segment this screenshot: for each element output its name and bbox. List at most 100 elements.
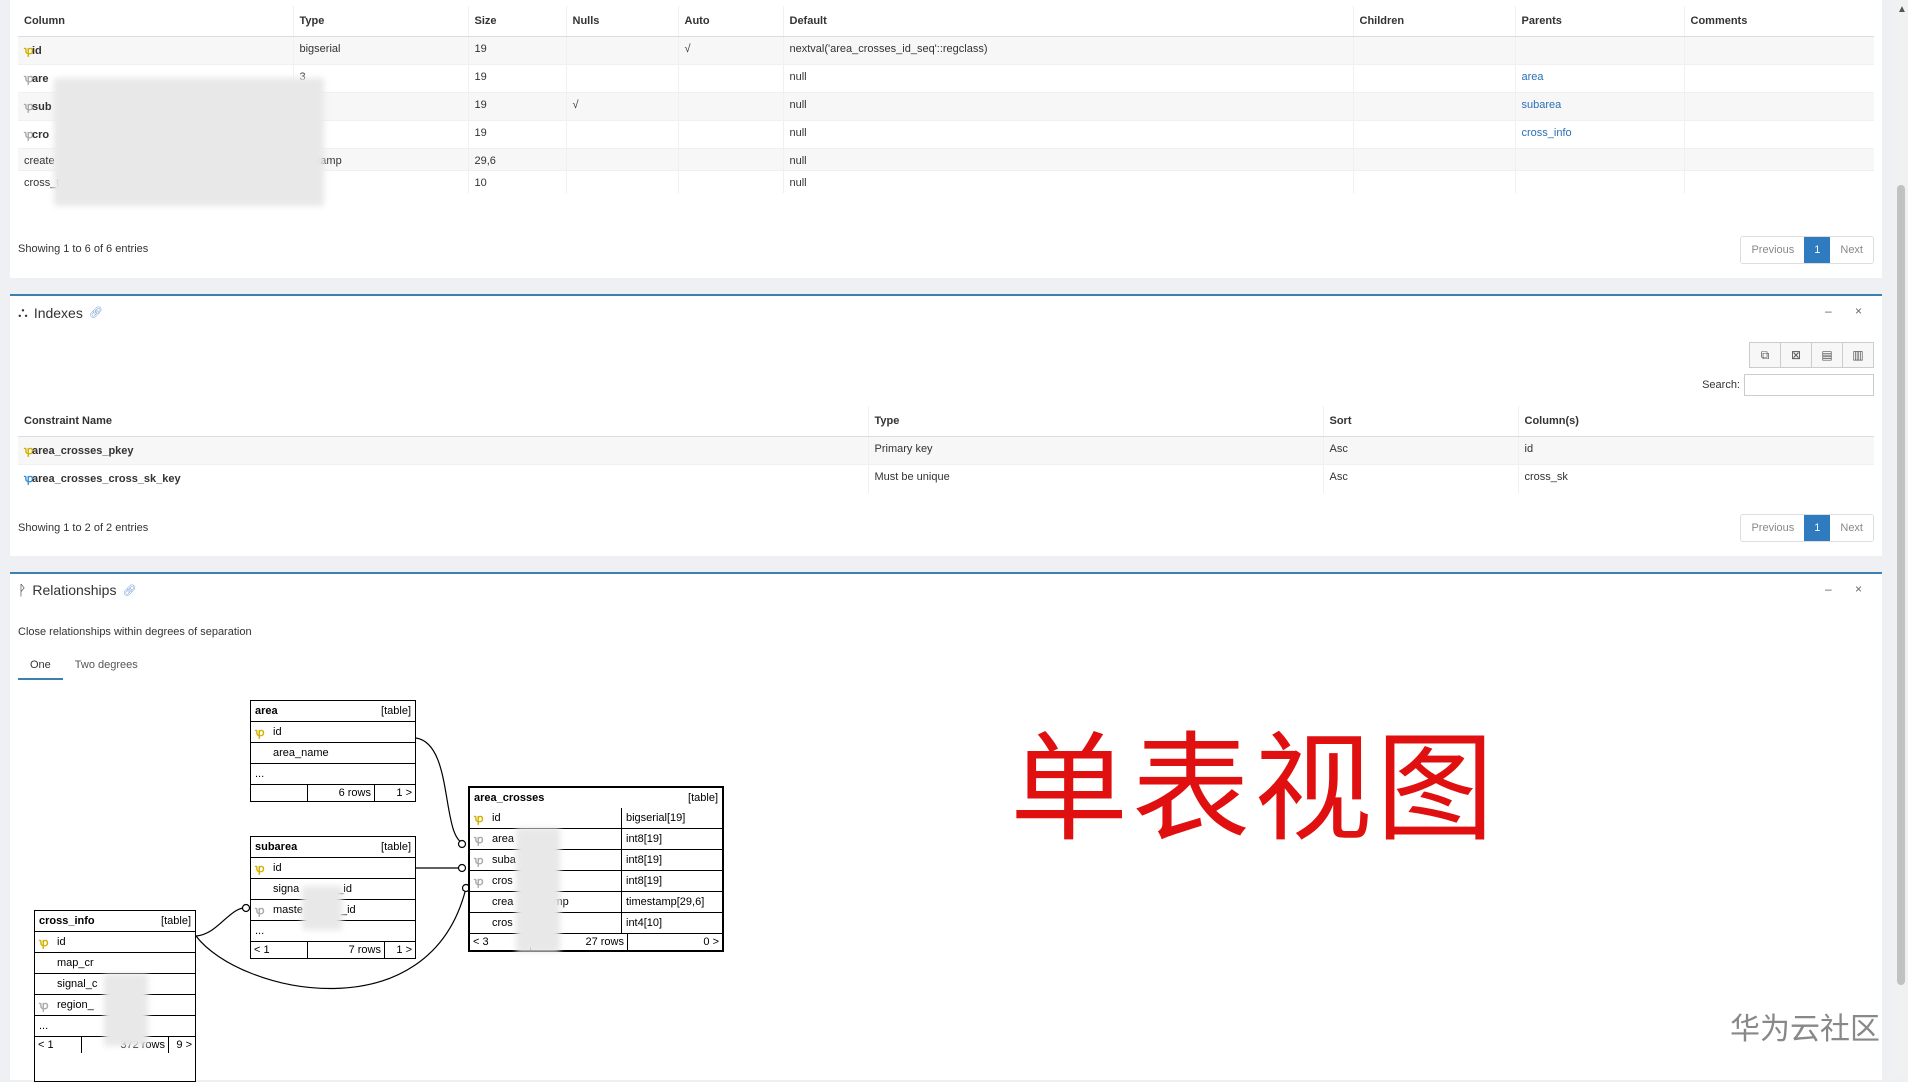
cell-nulls bbox=[565, 120, 678, 149]
panel-controls[interactable]: – × bbox=[1825, 304, 1872, 318]
link-icon[interactable]: 🔗︎ bbox=[89, 306, 103, 319]
cell-sort: Asc bbox=[1322, 436, 1518, 465]
redaction-blur bbox=[302, 886, 342, 930]
scrollbar-thumb[interactable] bbox=[1897, 185, 1905, 985]
cell-size: 10 bbox=[467, 170, 566, 193]
cell-children bbox=[1352, 170, 1515, 193]
column-header-type[interactable]: Type bbox=[292, 6, 468, 37]
cell-columns: id bbox=[1517, 436, 1874, 465]
key-icon: ꝕ bbox=[474, 833, 484, 846]
indexes-pager: Previous 1 Next bbox=[1740, 514, 1874, 542]
column-header-parents[interactable]: Parents bbox=[1514, 6, 1684, 37]
erd-table-name: cross_info bbox=[39, 915, 95, 927]
cell-sort: Asc bbox=[1322, 464, 1518, 493]
erd-footer: < 3 27 rows 0 > bbox=[470, 933, 722, 950]
cell-size: 19 bbox=[467, 36, 566, 65]
cell-parents bbox=[1514, 148, 1684, 171]
key-icon: ꝕ bbox=[474, 875, 484, 888]
erd-table-area-crosses[interactable]: area_crosses [table] ꝕ id bigserial[19] ꝕ are… bbox=[468, 786, 724, 952]
scrollbar[interactable]: ▲ bbox=[1894, 0, 1908, 1078]
table-row: ꝕarea_crosses_cross_sk_key Must be unique… bbox=[18, 464, 1874, 493]
key-icon: ꝕ bbox=[24, 45, 34, 57]
index-header-type[interactable]: Type bbox=[867, 406, 1323, 437]
cell-parents[interactable]: area bbox=[1514, 64, 1684, 93]
pager-previous-button[interactable]: Previous bbox=[1741, 515, 1805, 541]
index-header-columns[interactable]: Column(s) bbox=[1517, 406, 1874, 437]
cell-children bbox=[1352, 92, 1515, 121]
column-header-comments[interactable]: Comments bbox=[1683, 6, 1874, 37]
index-header-sort[interactable]: Sort bbox=[1322, 406, 1518, 437]
cell-name: ꝕarea_crosses_cross_sk_key bbox=[18, 464, 868, 493]
erd-table-tag: [table] bbox=[161, 915, 191, 927]
indexes-info: Showing 1 to 2 of 2 entries bbox=[18, 522, 149, 534]
cell-auto bbox=[677, 120, 783, 149]
cell-parents[interactable]: subarea bbox=[1514, 92, 1684, 121]
pdf-icon[interactable]: ▥ bbox=[1842, 342, 1874, 368]
cell-column: ꝕid bbox=[18, 36, 293, 65]
cell-auto bbox=[677, 64, 783, 93]
line-cross-info-to-subarea bbox=[195, 907, 251, 937]
erd-column: ꝕ id bbox=[251, 857, 415, 878]
column-header-children[interactable]: Children bbox=[1352, 6, 1515, 37]
pager-page-button[interactable]: 1 bbox=[1804, 515, 1831, 541]
cell-comments bbox=[1683, 170, 1874, 193]
cell-comments bbox=[1683, 36, 1874, 65]
key-icon: ꝕ bbox=[24, 73, 34, 85]
cell-default: null bbox=[782, 148, 1353, 171]
brand-watermark: 华为云社区 bbox=[1730, 1012, 1880, 1047]
scroll-up-icon[interactable]: ▲ bbox=[1897, 4, 1907, 15]
key-icon: ꝕ bbox=[39, 936, 49, 949]
erd-footer: < 1 7 rows 1 > bbox=[251, 941, 415, 958]
key-icon: ꝕ bbox=[24, 473, 34, 485]
cell-auto bbox=[677, 92, 783, 121]
search-box: Search: bbox=[1702, 374, 1874, 396]
cell-default: null bbox=[782, 92, 1353, 121]
redaction-blur bbox=[516, 828, 560, 952]
cell-default: null bbox=[782, 170, 1353, 193]
watermark-text: 单表视图 bbox=[1010, 720, 1499, 858]
cell-columns: cross_sk bbox=[1517, 464, 1874, 493]
cell-default: null bbox=[782, 120, 1353, 149]
cell-nulls bbox=[565, 64, 678, 93]
erd-table-name: area_crosses bbox=[474, 792, 545, 804]
cell-type: Primary key bbox=[867, 436, 1323, 465]
excel-icon[interactable]: ⊠ bbox=[1780, 342, 1812, 368]
line-area-to-area-crosses bbox=[415, 737, 467, 845]
erd-column: crea mp timestamp[29,6] bbox=[470, 891, 722, 912]
search-input[interactable] bbox=[1744, 374, 1874, 396]
erd-table-area[interactable]: area [table] ꝕ id area_name ... 6 rows 1 > bbox=[250, 700, 416, 802]
relationship-lines bbox=[195, 737, 471, 990]
erd-column: ꝕ suba int8[19] bbox=[470, 849, 722, 870]
index-header-name[interactable]: Constraint Name bbox=[18, 406, 868, 437]
pager-page-button[interactable]: 1 bbox=[1804, 237, 1831, 263]
cell-size: 19 bbox=[467, 120, 566, 149]
cell-comments bbox=[1683, 120, 1874, 149]
cell-nulls bbox=[565, 148, 678, 171]
cell-type: Must be unique bbox=[867, 464, 1323, 493]
pager-previous-button[interactable]: Previous bbox=[1741, 237, 1805, 263]
column-header-default[interactable]: Default bbox=[782, 6, 1353, 37]
cell-parents[interactable]: cross_info bbox=[1514, 120, 1684, 149]
erd-table-tag: [table] bbox=[381, 841, 411, 853]
columns-panel: Column Type Size Nulls Auto Default Chil… bbox=[10, 0, 1882, 278]
cell-size: 19 bbox=[467, 92, 566, 121]
table-row: ꝕarea_crosses_pkey Primary key Asc id bbox=[18, 436, 1874, 465]
pager-next-button[interactable]: Next bbox=[1830, 515, 1873, 541]
column-header-nulls[interactable]: Nulls bbox=[565, 6, 678, 37]
erd-table-tag: [table] bbox=[688, 792, 718, 804]
column-header-size[interactable]: Size bbox=[467, 6, 566, 37]
column-header-auto[interactable]: Auto bbox=[677, 6, 783, 37]
column-header-column[interactable]: Column bbox=[18, 6, 293, 37]
pager-next-button[interactable]: Next bbox=[1830, 237, 1873, 263]
cell-children bbox=[1352, 148, 1515, 171]
erd-column: area_name bbox=[251, 742, 415, 763]
csv-icon[interactable]: ▤ bbox=[1811, 342, 1843, 368]
erd-table-tag: [table] bbox=[381, 705, 411, 717]
erd-footer: 6 rows 1 > bbox=[251, 784, 415, 801]
table-row: ꝕid bigserial 19 √ nextval('area_crosses_id_… bbox=[18, 36, 1874, 65]
cell-parents bbox=[1514, 170, 1684, 193]
indexes-panel: ⛬ Indexes 🔗︎ – × ⧉ ⊠ ▤ ▥ Search: Constra… bbox=[10, 294, 1882, 556]
copy-icon[interactable]: ⧉ bbox=[1749, 342, 1781, 368]
redaction-blur bbox=[104, 974, 148, 1046]
indexes-header: ⛬ Indexes 🔗︎ bbox=[18, 304, 103, 321]
